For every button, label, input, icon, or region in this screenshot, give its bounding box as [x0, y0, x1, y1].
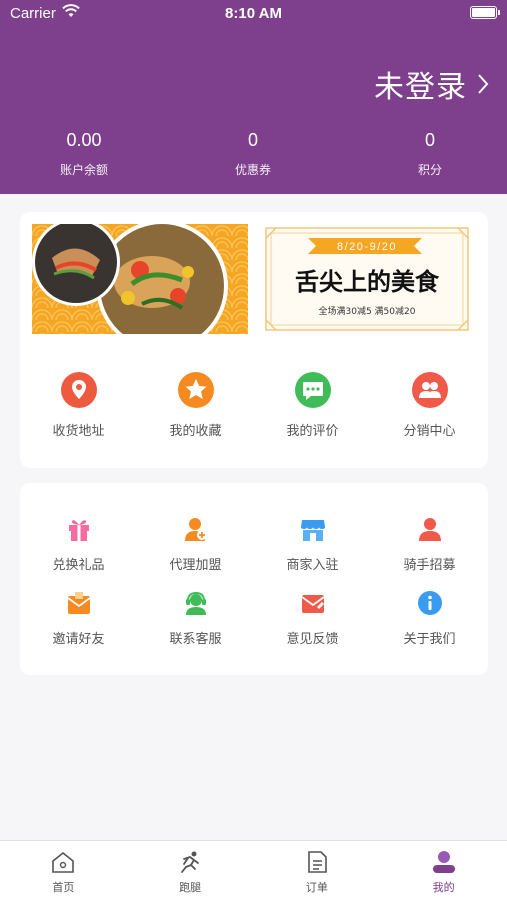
service-item-label: 代理加盟 [169, 558, 222, 573]
menu-item-address[interactable]: 收货地址 [20, 372, 137, 439]
tab-label: 我的 [432, 881, 455, 894]
points-value: 0 [424, 130, 435, 150]
service-item-support[interactable]: 联系客服 [137, 590, 254, 647]
service-item-about[interactable]: 关于我们 [371, 590, 488, 647]
coupons-label: 优惠券 [234, 163, 271, 177]
tab-home[interactable]: 首页 [0, 841, 127, 900]
service-item-invite[interactable]: 邀请好友 [20, 590, 137, 647]
runner-icon [181, 851, 200, 873]
order-icon [308, 851, 327, 873]
quick-menu-row: 收货地址 我的收藏 我的评价 分销中心 [20, 372, 488, 439]
battery-icon [470, 6, 500, 19]
menu-item-favorites[interactable]: 我的收藏 [137, 372, 254, 439]
banner-promo: 全场满30减5 满50减20 [319, 305, 416, 317]
banner-title-panel: 8/20-9/20 舌尖上的美食 全场满30减5 满50减20 [262, 224, 472, 334]
login-button[interactable]: 未登录 [374, 62, 489, 106]
menu-item-label: 收货地址 [52, 424, 105, 439]
stat-balance[interactable]: 0.00 账户余额 [29, 128, 139, 178]
service-item-label: 骑手招募 [403, 558, 456, 573]
tab-errand[interactable]: 跑腿 [127, 841, 254, 900]
menu-item-label: 我的收藏 [169, 424, 222, 439]
headset-icon [185, 591, 206, 615]
services-row-2: 邀请好友 联系客服 意见反馈 关于我们 [20, 590, 488, 647]
balance-value: 0.00 [66, 130, 102, 150]
service-item-feedback[interactable]: 意见反馈 [254, 590, 371, 647]
people-icon [411, 372, 448, 408]
menu-item-label: 分销中心 [403, 424, 456, 439]
tab-label: 订单 [305, 881, 328, 894]
points-label: 积分 [417, 163, 442, 177]
invite-icon [66, 592, 91, 614]
service-item-agent[interactable]: 代理加盟 [137, 516, 254, 573]
banner-date: 8/20-9/20 [337, 241, 397, 253]
service-item-label: 商家入驻 [286, 558, 339, 573]
location-icon [60, 372, 97, 408]
tab-bar: 首页 跑腿 订单 我的 [0, 840, 507, 900]
store-icon [300, 520, 325, 541]
menu-item-distribution[interactable]: 分销中心 [371, 372, 488, 439]
service-item-label: 意见反馈 [286, 632, 339, 647]
menu-item-reviews[interactable]: 我的评价 [254, 372, 371, 439]
menu-item-label: 我的评价 [286, 424, 339, 439]
promo-banner[interactable]: 8/20-9/20 舌尖上的美食 全场满30减5 满50减20 [32, 224, 472, 334]
stat-coupons[interactable]: 0 优惠券 [198, 128, 308, 178]
agent-icon [184, 518, 207, 541]
profile-header: Carrier 8:10 AM 未登录 0.00 账户余额 0 优惠券 0 积分 [0, 0, 507, 194]
balance-label: 账户余额 [59, 163, 108, 177]
profile-icon [432, 851, 455, 873]
service-item-label: 兑换礼品 [52, 558, 105, 573]
home-icon [52, 851, 75, 873]
star-icon [177, 372, 214, 408]
tab-label: 跑腿 [179, 881, 202, 894]
service-item-label: 关于我们 [403, 632, 456, 647]
gift-icon [68, 520, 89, 541]
clock: 8:10 AM [225, 5, 282, 22]
tab-orders[interactable]: 订单 [254, 841, 381, 900]
banner-food-image [32, 224, 248, 334]
status-bar: Carrier 8:10 AM [0, 0, 507, 28]
banner-title: 舌尖上的美食 [295, 267, 440, 296]
service-item-rider[interactable]: 骑手招募 [371, 516, 488, 573]
service-item-merchant[interactable]: 商家入驻 [254, 516, 371, 573]
rider-icon [418, 518, 441, 541]
chat-icon [294, 372, 331, 408]
service-item-label: 邀请好友 [52, 632, 105, 647]
info-icon [417, 591, 442, 615]
coupons-value: 0 [247, 130, 258, 150]
tab-profile[interactable]: 我的 [380, 841, 507, 900]
feedback-icon [300, 595, 325, 613]
services-row-1: 兑换礼品 代理加盟 商家入驻 骑手招募 [20, 516, 488, 573]
chevron-right-icon [478, 74, 489, 94]
login-label: 未登录 [374, 70, 467, 105]
services-card: 兑换礼品 代理加盟 商家入驻 骑手招募 邀请好友 联系客服 意见反馈 关于我们 [20, 483, 488, 675]
service-item-label: 联系客服 [169, 632, 222, 647]
service-item-gift[interactable]: 兑换礼品 [20, 516, 137, 573]
quick-menu-card: 8/20-9/20 舌尖上的美食 全场满30减5 满50减20 收货地址 我的收… [20, 212, 488, 468]
stat-points[interactable]: 0 积分 [375, 128, 485, 178]
tab-label: 首页 [52, 881, 75, 894]
